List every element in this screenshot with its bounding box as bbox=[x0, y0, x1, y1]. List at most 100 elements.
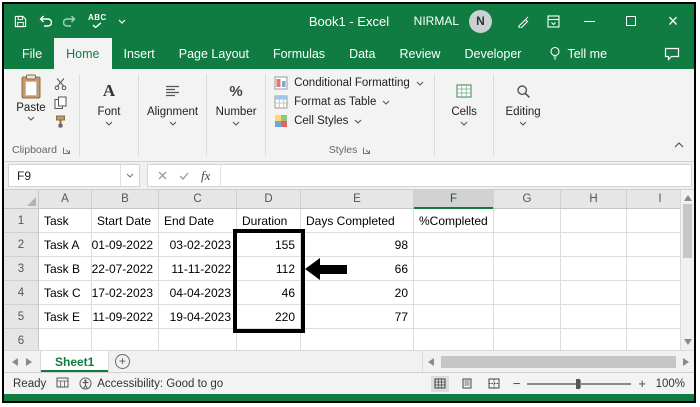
scroll-right-button[interactable] bbox=[678, 358, 694, 366]
ribbon-display-options-button[interactable] bbox=[538, 4, 568, 38]
zoom-slider-thumb[interactable] bbox=[576, 379, 580, 389]
row-header-3[interactable]: 3 bbox=[4, 257, 39, 281]
comments-button[interactable] bbox=[664, 38, 694, 69]
cell-E6[interactable] bbox=[301, 329, 414, 350]
cell-E2[interactable]: 98 bbox=[301, 233, 414, 257]
cell-F5[interactable] bbox=[414, 305, 494, 329]
cell-H2[interactable] bbox=[561, 233, 627, 257]
cell-B4[interactable]: 17-02-2023 bbox=[92, 281, 159, 305]
cell-H6[interactable] bbox=[561, 329, 627, 350]
scroll-down-icon[interactable] bbox=[684, 339, 692, 345]
horizontal-scroll-thumb[interactable] bbox=[441, 356, 676, 368]
cut-button[interactable] bbox=[54, 77, 67, 90]
column-header-F[interactable]: F bbox=[414, 190, 494, 208]
vertical-scroll-thumb[interactable] bbox=[683, 204, 692, 258]
cell-D1[interactable]: Duration bbox=[237, 209, 301, 233]
name-box[interactable]: F9 bbox=[8, 164, 140, 187]
alignment-group[interactable]: Alignment bbox=[139, 69, 206, 161]
row-header-6[interactable]: 6 bbox=[4, 329, 39, 350]
ink-pen-button[interactable] bbox=[508, 4, 538, 38]
customize-qat-button[interactable] bbox=[118, 19, 126, 24]
tab-insert[interactable]: Insert bbox=[112, 38, 167, 69]
cell-F3[interactable] bbox=[414, 257, 494, 281]
tab-page-layout[interactable]: Page Layout bbox=[167, 38, 261, 69]
cell-F4[interactable] bbox=[414, 281, 494, 305]
tab-formulas[interactable]: Formulas bbox=[261, 38, 337, 69]
column-header-H[interactable]: H bbox=[561, 190, 627, 208]
cell-H4[interactable] bbox=[561, 281, 627, 305]
cell-G6[interactable] bbox=[494, 329, 561, 350]
cell-H1[interactable] bbox=[561, 209, 627, 233]
font-group[interactable]: A Font bbox=[80, 69, 138, 161]
editing-group[interactable]: Editing bbox=[494, 69, 552, 161]
cell-C2[interactable]: 03-02-2023 bbox=[159, 233, 237, 257]
cell-D6[interactable] bbox=[237, 329, 301, 350]
zoom-out-button[interactable]: − bbox=[513, 376, 521, 391]
cell-A2[interactable]: Task A bbox=[39, 233, 92, 257]
number-group[interactable]: % Number bbox=[207, 69, 265, 161]
vertical-scrollbar[interactable] bbox=[680, 190, 694, 350]
page-break-view-button[interactable] bbox=[485, 376, 503, 392]
cell-A6[interactable] bbox=[39, 329, 92, 350]
cell-B3[interactable]: 22-07-2022 bbox=[92, 257, 159, 281]
paste-button[interactable]: Paste bbox=[16, 74, 45, 121]
cell-B2[interactable]: 01-09-2022 bbox=[92, 233, 159, 257]
cell-G3[interactable] bbox=[494, 257, 561, 281]
cell-F1[interactable]: %Completed bbox=[414, 209, 494, 233]
cell-D3[interactable]: 112 bbox=[237, 257, 301, 281]
cancel-button[interactable] bbox=[158, 167, 167, 185]
cell-G2[interactable] bbox=[494, 233, 561, 257]
tab-review[interactable]: Review bbox=[387, 38, 452, 69]
cell-E1[interactable]: Days Completed bbox=[301, 209, 414, 233]
next-sheet-icon[interactable] bbox=[26, 358, 32, 366]
page-layout-view-button[interactable] bbox=[458, 376, 476, 392]
cell-D2[interactable]: 155 bbox=[237, 233, 301, 257]
cells-group[interactable]: Cells bbox=[435, 69, 493, 161]
format-as-table-button[interactable]: Format as Table bbox=[274, 95, 390, 109]
name-box-dropdown[interactable] bbox=[121, 173, 139, 178]
cell-D5[interactable]: 220 bbox=[237, 305, 301, 329]
enter-button[interactable] bbox=[179, 167, 189, 185]
cell-A5[interactable]: Task E bbox=[39, 305, 92, 329]
tell-me-box[interactable]: Tell me bbox=[549, 38, 607, 69]
undo-button[interactable] bbox=[38, 15, 52, 27]
tab-home[interactable]: Home bbox=[54, 38, 111, 69]
cell-H5[interactable] bbox=[561, 305, 627, 329]
horizontal-scroll-track[interactable] bbox=[439, 351, 678, 372]
cell-A1[interactable]: Task bbox=[39, 209, 92, 233]
cell-styles-button[interactable]: Cell Styles bbox=[274, 114, 362, 128]
select-all-button[interactable] bbox=[4, 190, 39, 208]
cell-E3[interactable]: 66 bbox=[301, 257, 414, 281]
cell-A3[interactable]: Task B bbox=[39, 257, 92, 281]
cell-D4[interactable]: 46 bbox=[237, 281, 301, 305]
cell-F2[interactable] bbox=[414, 233, 494, 257]
dialog-launcher-icon[interactable] bbox=[362, 146, 371, 155]
redo-button[interactable] bbox=[63, 15, 77, 27]
zoom-level[interactable]: 100% bbox=[653, 378, 685, 390]
formula-input[interactable] bbox=[221, 165, 691, 186]
new-sheet-button[interactable]: + bbox=[109, 351, 135, 372]
cell-A4[interactable]: Task C bbox=[39, 281, 92, 305]
insert-function-button[interactable]: fx bbox=[201, 168, 210, 184]
tab-developer[interactable]: Developer bbox=[452, 38, 533, 69]
cell-H3[interactable] bbox=[561, 257, 627, 281]
conditional-formatting-button[interactable]: Conditional Formatting bbox=[274, 76, 424, 90]
tab-data[interactable]: Data bbox=[337, 38, 387, 69]
spelling-button[interactable]: ABC bbox=[88, 14, 107, 28]
column-header-D[interactable]: D bbox=[237, 190, 301, 208]
macro-record-button[interactable] bbox=[56, 377, 69, 391]
zoom-in-button[interactable]: + bbox=[638, 376, 646, 391]
cell-F6[interactable] bbox=[414, 329, 494, 350]
cell-B1[interactable]: Start Date bbox=[92, 209, 159, 233]
cell-C5[interactable]: 19-04-2023 bbox=[159, 305, 237, 329]
column-header-C[interactable]: C bbox=[159, 190, 237, 208]
previous-sheet-icon[interactable] bbox=[12, 358, 18, 366]
row-header-1[interactable]: 1 bbox=[4, 209, 39, 233]
column-header-A[interactable]: A bbox=[39, 190, 92, 208]
avatar[interactable]: N bbox=[469, 10, 492, 33]
scroll-up-icon[interactable] bbox=[684, 195, 692, 201]
column-header-G[interactable]: G bbox=[494, 190, 561, 208]
sheet-tab-sheet1[interactable]: Sheet1 bbox=[40, 351, 109, 372]
zoom-slider[interactable] bbox=[527, 377, 631, 391]
tab-file[interactable]: File bbox=[10, 38, 54, 69]
